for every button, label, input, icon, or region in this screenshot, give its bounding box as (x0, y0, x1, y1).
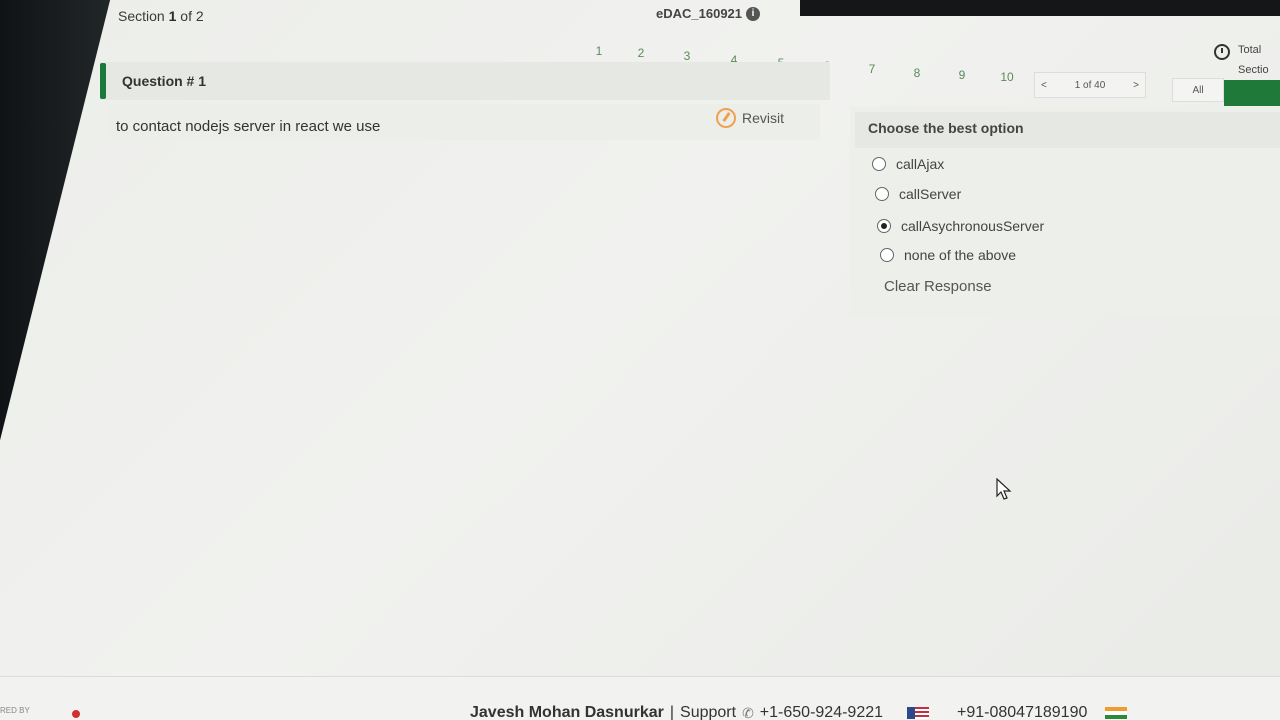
section-prefix: Section (118, 8, 165, 24)
question-nav-8[interactable]: 8 (906, 66, 928, 80)
question-text: to contact nodejs server in react we use (116, 118, 381, 135)
section-suffix: of 2 (180, 8, 204, 24)
section-indicator: Section 1 of 2 (118, 8, 204, 24)
timer: Total Sectio (1214, 40, 1269, 80)
status-strip (1224, 80, 1280, 106)
option-4-radio[interactable] (880, 248, 894, 262)
option-1-radio[interactable] (872, 157, 886, 171)
option-1-label: callAjax (896, 156, 945, 172)
pager-label: 1 of 40 (1074, 79, 1106, 91)
question-title: Question # 1 (122, 73, 207, 89)
clock-icon (1214, 44, 1230, 60)
question-pager: < 1 of 40 > (1034, 72, 1146, 98)
question-nav-9[interactable]: 9 (951, 68, 973, 82)
timer-text: Total Sectio (1238, 40, 1269, 80)
question-header: Question # 1 (100, 62, 830, 100)
option-3-label: callAsychronousServer (901, 218, 1045, 234)
option-3[interactable]: callAsychronousServer (877, 218, 1044, 234)
option-4-label: none of the above (904, 247, 1017, 263)
edit-icon (716, 108, 736, 128)
section-current: 1 (168, 8, 177, 24)
india-flag-icon (1105, 707, 1128, 719)
question-nav-10[interactable]: 10 (996, 70, 1018, 84)
support-phone-us: +1-650-924-9221 (759, 704, 884, 720)
option-3-radio[interactable] (877, 219, 891, 233)
option-2-label: callServer (899, 186, 962, 202)
support-label: Support (680, 704, 737, 720)
phone-icon: ✆ (742, 704, 754, 720)
question-nav-1[interactable]: 1 (588, 44, 610, 58)
options-title: Choose the best option (868, 120, 1024, 136)
revisit-button[interactable]: Revisit (716, 108, 784, 128)
powered-by-label: RED BY (0, 706, 30, 715)
exam-title: eDAC_160921 i (656, 6, 761, 21)
top-dark-strip (800, 0, 1280, 16)
timer-total-label: Total (1238, 44, 1262, 56)
option-2[interactable]: callServer (875, 186, 961, 202)
timer-section-label: Sectio (1238, 64, 1269, 76)
revisit-label: Revisit (742, 110, 785, 126)
footer-separator: | (669, 704, 675, 720)
info-icon[interactable]: i (746, 6, 761, 21)
recording-indicator-icon (72, 710, 80, 718)
option-2-radio[interactable] (875, 187, 889, 201)
candidate-name: Javesh Mohan Dasnurkar (470, 704, 664, 720)
filter-all-button[interactable]: All (1172, 78, 1224, 102)
exam-title-text: eDAC_160921 (656, 6, 743, 21)
question-nav-2[interactable]: 2 (630, 46, 652, 60)
us-flag-icon (907, 707, 930, 719)
option-4[interactable]: none of the above (880, 247, 1016, 263)
support-phone-in: +91-08047189190 (957, 704, 1088, 720)
option-1[interactable]: callAjax (872, 156, 944, 172)
mouse-cursor-icon (996, 478, 1012, 500)
question-accent-bar (100, 63, 106, 99)
question-nav-3[interactable]: 3 (676, 49, 698, 63)
pager-prev-button[interactable]: < (1041, 80, 1047, 91)
footer-info: Javesh Mohan Dasnurkar | Support ✆ +1-65… (470, 704, 1128, 720)
question-nav-7[interactable]: 7 (861, 62, 883, 76)
clear-response-button[interactable]: Clear Response (884, 278, 992, 295)
pager-next-button[interactable]: > (1133, 80, 1139, 91)
